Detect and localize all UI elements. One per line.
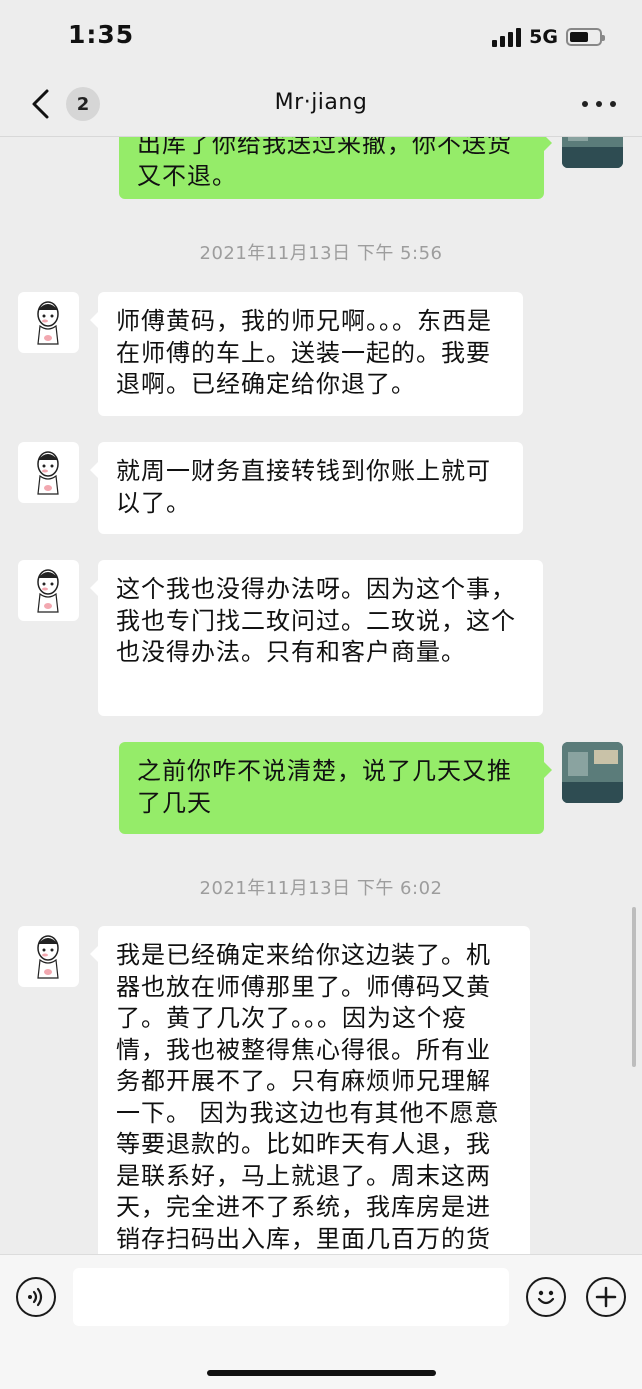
- input-bar: [0, 1254, 642, 1389]
- message-bubble[interactable]: 就周一财务直接转钱到你账上就可以了。: [90, 442, 523, 534]
- message-list[interactable]: 出库了你给我送过来撤，你不送货又不退。 2021年11月13日 下午 5:56 …: [0, 137, 642, 1254]
- avatar[interactable]: [18, 442, 79, 503]
- status-bar: 1:35 5G: [0, 0, 642, 70]
- message-input[interactable]: [73, 1268, 509, 1326]
- status-time: 1:35: [68, 20, 135, 49]
- avatar[interactable]: [18, 560, 79, 621]
- battery-icon: [566, 28, 605, 46]
- message-bubble[interactable]: 之前你咋不说清楚，说了几天又推了几天: [119, 742, 552, 834]
- cellular-signal-icon: [492, 27, 522, 47]
- chat-title: Mr·jiang: [274, 90, 368, 115]
- emoji-icon[interactable]: [526, 1277, 566, 1317]
- plus-icon[interactable]: [586, 1277, 626, 1317]
- avatar[interactable]: [18, 926, 79, 987]
- message-bubble[interactable]: 师傅黄码，我的师兄啊。。。东西是在师傅的车上。送装一起的。我要退啊。已经确定给你…: [90, 292, 523, 416]
- message-bubble[interactable]: 出库了你给我送过来撤，你不送货又不退。: [119, 137, 552, 199]
- home-indicator: [207, 1370, 436, 1376]
- avatar[interactable]: [562, 742, 623, 803]
- battery-level: [570, 32, 589, 42]
- message-bubble[interactable]: 这个我也没得办法呀。因为这个事，我也专门找二玫问过。二玫说，这个也没得办法。只有…: [90, 560, 543, 716]
- network-type: 5G: [529, 26, 558, 48]
- timestamp: 2021年11月13日 下午 6:02: [199, 878, 443, 899]
- avatar[interactable]: [562, 137, 623, 168]
- voice-icon[interactable]: [16, 1277, 56, 1317]
- scrollbar[interactable]: [632, 907, 636, 1067]
- timestamp: 2021年11月13日 下午 5:56: [199, 243, 443, 264]
- message-bubble[interactable]: 我是已经确定来给你这边装了。机器也放在师傅那里了。师傅码又黄了。黄了几次了。。。…: [90, 926, 530, 1254]
- more-dots-icon[interactable]: [582, 90, 616, 118]
- chat-header: 2 Mr·jiang: [0, 70, 642, 137]
- status-indicators: 5G: [492, 24, 605, 50]
- avatar[interactable]: [18, 292, 79, 353]
